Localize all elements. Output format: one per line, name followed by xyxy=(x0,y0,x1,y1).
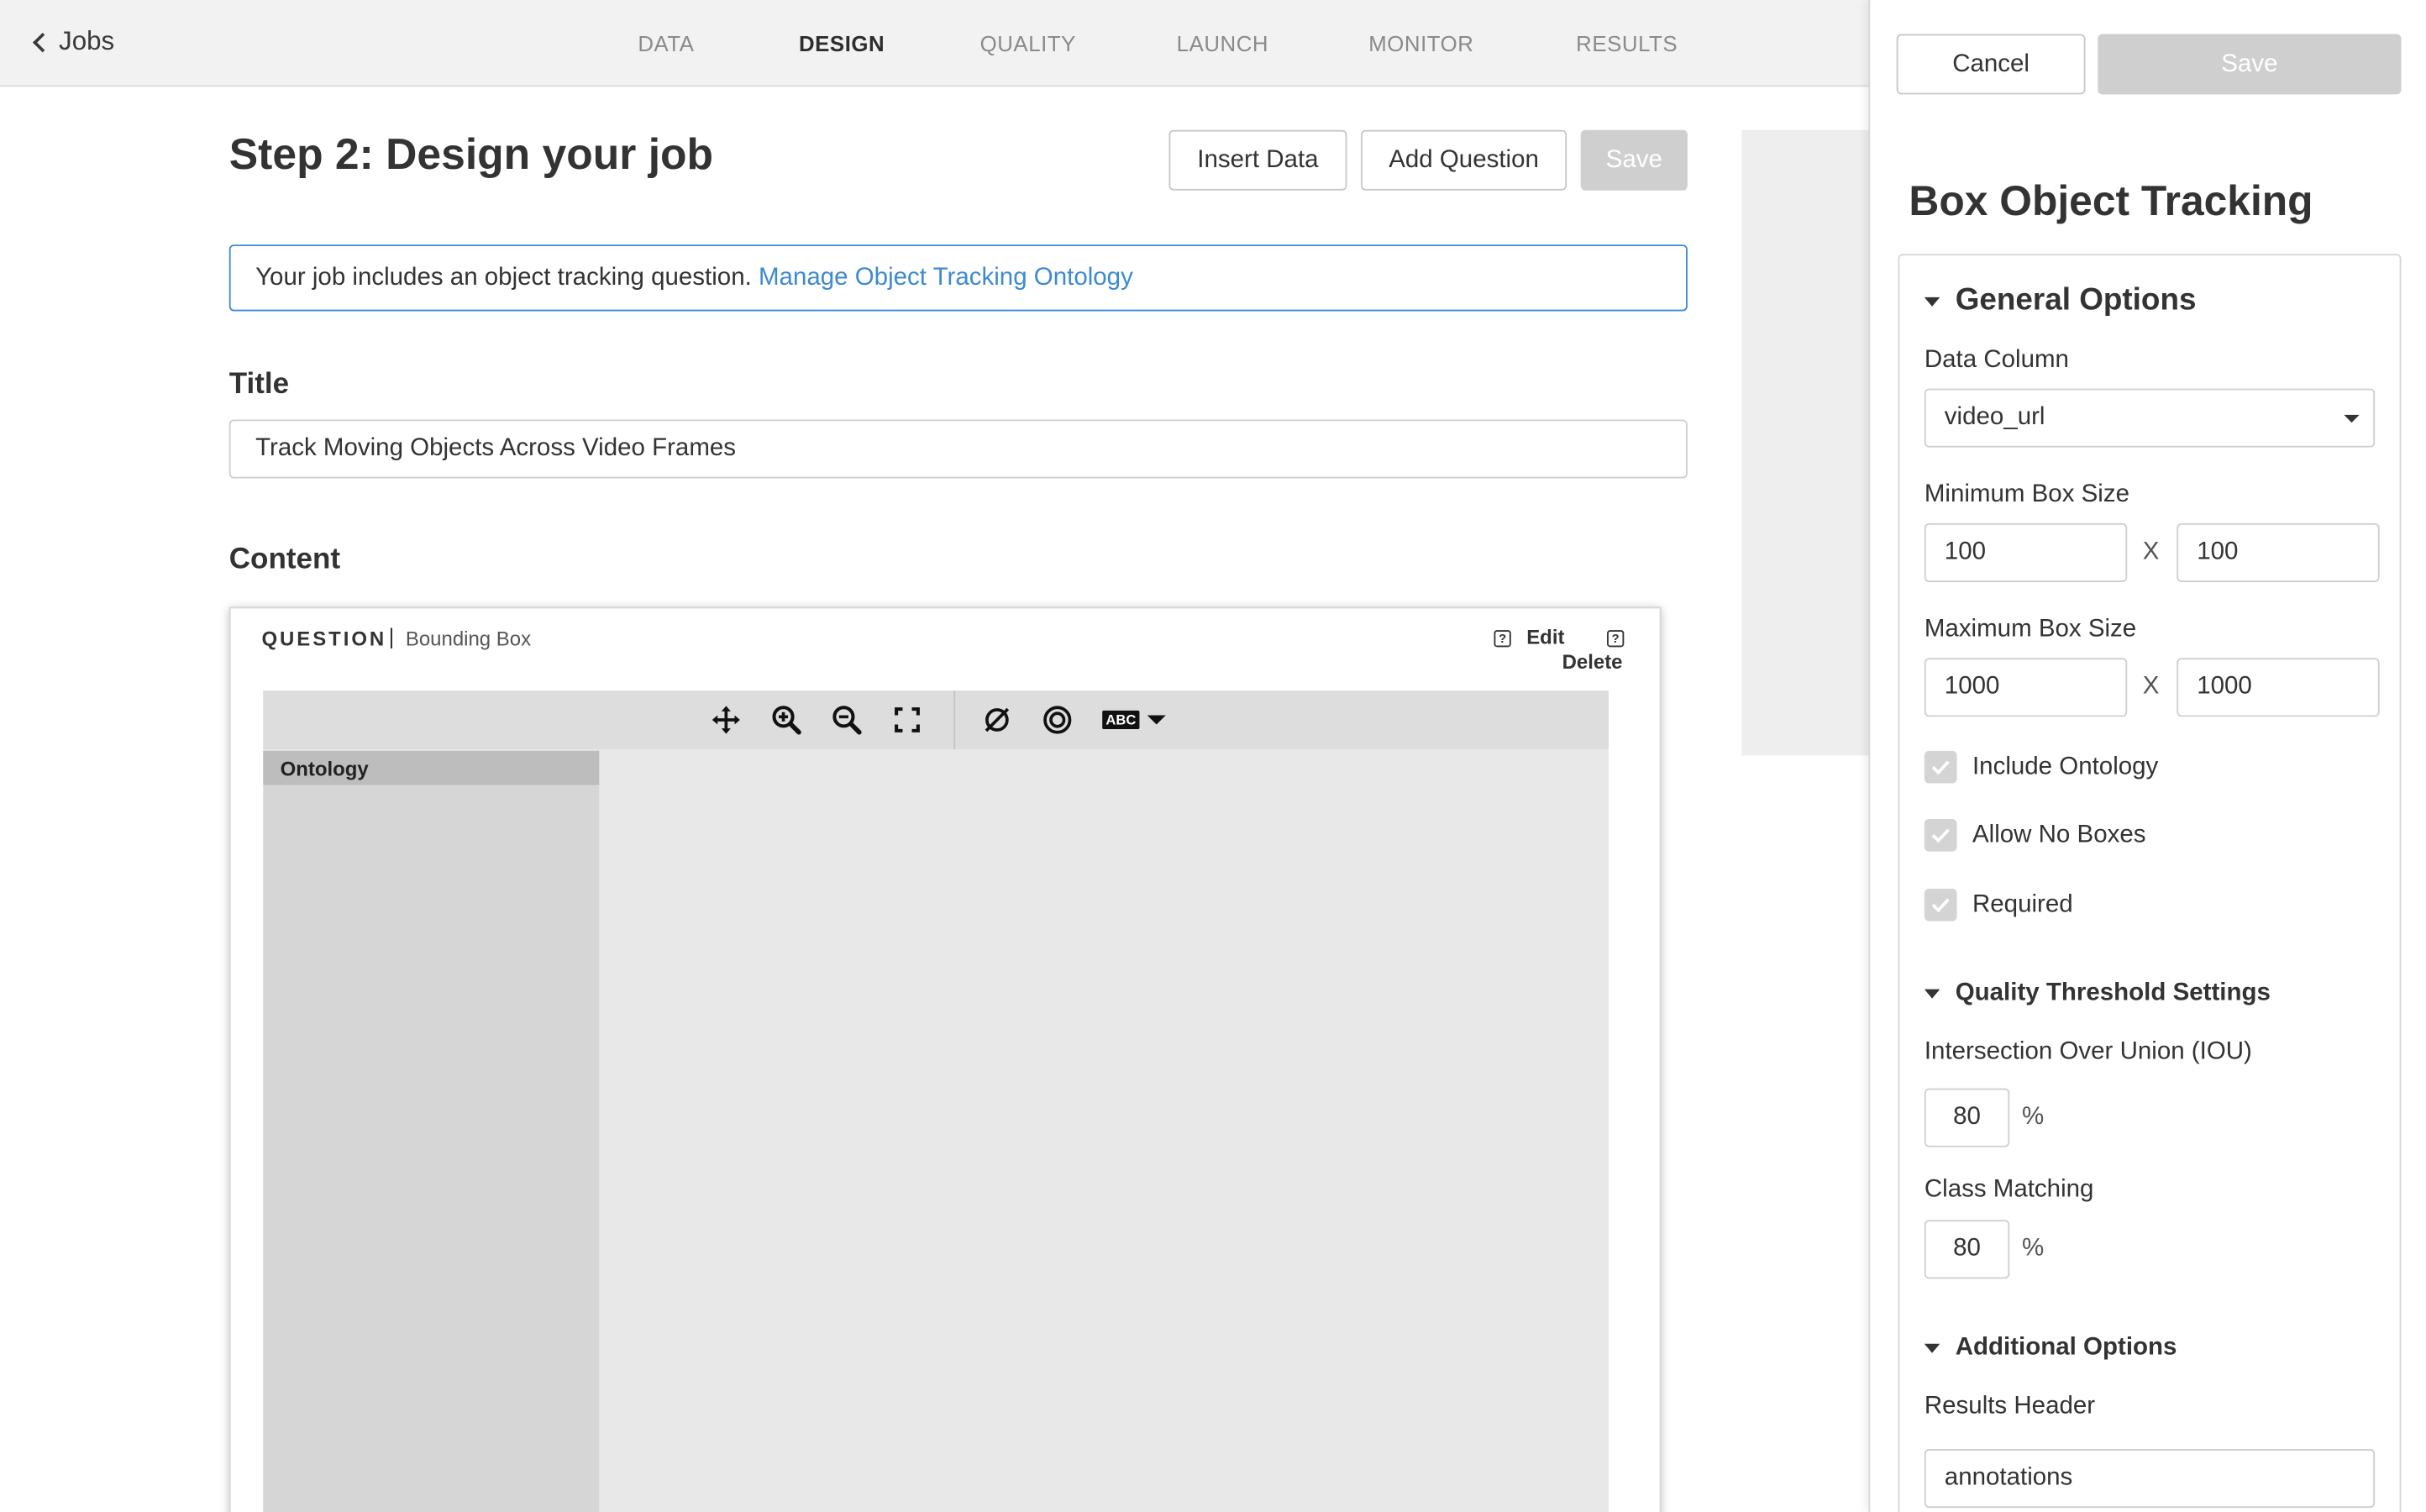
cancel-button[interactable]: Cancel xyxy=(1896,34,2086,95)
tab-data[interactable]: DATA xyxy=(638,31,694,55)
max-height-input[interactable]: 1000 xyxy=(2177,658,2380,717)
min-x-separator: X xyxy=(2142,538,2160,565)
ontology-panel: Ontology xyxy=(263,750,600,1512)
target-icon[interactable] xyxy=(1040,703,1074,738)
tab-design[interactable]: DESIGN xyxy=(799,31,885,55)
notice-text: Your job includes an object tracking que… xyxy=(255,265,759,291)
tab-results[interactable]: RESULTS xyxy=(1576,31,1678,55)
save-button[interactable]: Save xyxy=(1580,129,1688,191)
annotation-toolbar: ABC xyxy=(263,690,1609,750)
max-width-input[interactable]: 1000 xyxy=(1924,658,2128,717)
chevron-down-icon xyxy=(1147,715,1166,725)
label-toggle-icon[interactable]: ABC xyxy=(1100,703,1171,738)
data-column-select[interactable]: video_url xyxy=(1924,388,2376,448)
question-separator: | xyxy=(388,623,395,649)
include-ontology-checkbox[interactable]: Include Ontology xyxy=(1924,750,2159,784)
tab-monitor[interactable]: MONITOR xyxy=(1368,31,1473,55)
general-options-heading: General Options xyxy=(1955,283,2197,318)
edit-button[interactable]: Edit xyxy=(1526,626,1564,649)
checkmark-icon xyxy=(1924,888,1957,921)
iou-label: Intersection Over Union (IOU) xyxy=(1924,1038,2252,1065)
tab-quality[interactable]: QUALITY xyxy=(980,31,1076,55)
checkmark-icon xyxy=(1924,750,1957,784)
checkmark-icon xyxy=(1924,818,1957,852)
question-type: Bounding Box xyxy=(405,627,532,651)
required-label: Required xyxy=(1972,890,2073,917)
tab-launch[interactable]: LAUNCH xyxy=(1177,31,1268,55)
annotation-canvas[interactable]: ABC Ontology xyxy=(263,690,1609,1512)
job-title-input[interactable]: Track Moving Objects Across Video Frames xyxy=(228,419,1688,479)
sidebar-title: Box Object Tracking xyxy=(1909,177,2313,225)
data-column-label: Data Column xyxy=(1924,346,2069,374)
add-question-button[interactable]: Add Question xyxy=(1360,129,1567,191)
back-to-jobs-link[interactable]: Jobs xyxy=(31,26,114,57)
move-icon[interactable] xyxy=(709,703,743,738)
question-card: QUESTION | Bounding Box ? Edit ? Delete xyxy=(228,606,1662,1512)
caret-down-icon xyxy=(1924,989,1940,999)
caret-down-icon xyxy=(1924,1343,1940,1353)
app-root: Jobs DATA DESIGN QUALITY LAUNCH MONITOR … xyxy=(0,0,2426,1512)
back-label: Jobs xyxy=(59,26,115,56)
abc-badge: ABC xyxy=(1102,710,1139,730)
class-matching-input[interactable]: 80 xyxy=(1924,1220,2010,1279)
min-height-input[interactable]: 100 xyxy=(2177,522,2380,582)
min-box-label: Minimum Box Size xyxy=(1924,481,2130,508)
results-header-label: Results Header xyxy=(1924,1393,2096,1420)
sidebar-save-button[interactable]: Save xyxy=(2098,34,2402,95)
manage-ontology-link[interactable]: Manage Object Tracking Ontology xyxy=(759,265,1133,291)
page-title: Step 2: Design your job xyxy=(228,129,714,178)
chevron-down-icon xyxy=(2344,414,2360,423)
content-label: Content xyxy=(228,543,341,576)
insert-data-button[interactable]: Insert Data xyxy=(1168,129,1347,191)
top-nav: Jobs DATA DESIGN QUALITY LAUNCH MONITOR … xyxy=(0,0,1869,87)
iou-percent: % xyxy=(2021,1104,2045,1131)
options-box: General Options Data Column video_url Mi… xyxy=(1898,254,2402,1512)
min-width-input[interactable]: 100 xyxy=(1924,522,2128,582)
help-icon[interactable]: ? xyxy=(1494,630,1511,648)
hide-icon[interactable] xyxy=(980,703,1015,738)
max-box-label: Maximum Box Size xyxy=(1924,616,2137,643)
settings-sidebar: Cancel Save Box Object Tracking General … xyxy=(1868,0,2426,1512)
zoom-out-icon[interactable] xyxy=(830,703,864,738)
question-label: QUESTION xyxy=(261,627,387,651)
required-checkbox[interactable]: Required xyxy=(1924,888,2073,921)
additional-heading: Additional Options xyxy=(1955,1334,2177,1361)
chevron-left-icon xyxy=(32,32,53,52)
class-matching-label: Class Matching xyxy=(1924,1176,2094,1204)
caret-down-icon xyxy=(1924,296,1940,306)
help-icon[interactable]: ? xyxy=(1607,630,1625,648)
iou-input[interactable]: 80 xyxy=(1924,1088,2010,1147)
max-x-separator: X xyxy=(2142,673,2160,701)
ontology-header: Ontology xyxy=(263,750,600,785)
delete-button[interactable]: Delete xyxy=(1562,650,1623,674)
results-header-input[interactable]: annotations xyxy=(1924,1449,2376,1509)
ontology-notice: Your job includes an object tracking que… xyxy=(228,244,1688,312)
data-column-value: video_url xyxy=(1944,404,2045,431)
allow-no-boxes-checkbox[interactable]: Allow No Boxes xyxy=(1924,818,2146,852)
class-matching-percent: % xyxy=(2021,1235,2045,1263)
general-options-toggle[interactable]: General Options xyxy=(1924,283,2197,318)
additional-options-toggle[interactable]: Additional Options xyxy=(1924,1334,2177,1362)
title-label: Title xyxy=(228,368,290,402)
quality-settings-toggle[interactable]: Quality Threshold Settings xyxy=(1924,979,2271,1008)
toolbar-divider xyxy=(953,690,956,750)
include-ontology-label: Include Ontology xyxy=(1972,753,2159,780)
fullscreen-icon[interactable] xyxy=(890,703,925,738)
preview-panel xyxy=(1741,129,1869,756)
zoom-in-icon[interactable] xyxy=(769,703,804,738)
allow-no-boxes-label: Allow No Boxes xyxy=(1972,821,2146,848)
quality-heading: Quality Threshold Settings xyxy=(1955,979,2271,1006)
